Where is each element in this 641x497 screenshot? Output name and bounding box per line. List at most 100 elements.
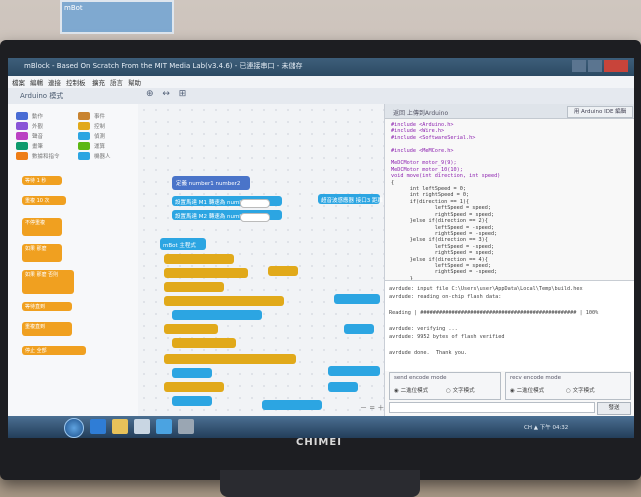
start-orb-icon[interactable] bbox=[64, 418, 84, 438]
palette-block[interactable]: 重複直到 bbox=[22, 322, 72, 336]
send-mode-group: send encode mode ◉ 二進位模式 ○ 文字模式 bbox=[389, 372, 501, 400]
category-label[interactable]: 機器人 bbox=[94, 152, 111, 160]
category-label[interactable]: 聲音 bbox=[32, 132, 43, 140]
category-swatch-0[interactable] bbox=[16, 112, 28, 120]
palette-block-label: 重複直到 bbox=[25, 324, 46, 330]
palette-block-label: 不停重複 bbox=[25, 220, 46, 226]
category-label[interactable]: 偵測 bbox=[94, 132, 105, 140]
folder-icon[interactable] bbox=[112, 419, 128, 434]
system-tray[interactable]: CH ▲ 下午 04:32 bbox=[524, 423, 568, 431]
define-block[interactable]: 定義 number1 number2 bbox=[172, 176, 250, 190]
menu-language[interactable]: 語言 bbox=[110, 77, 123, 87]
menu-extensions[interactable]: 擴充 bbox=[92, 77, 105, 87]
control-block[interactable] bbox=[164, 354, 296, 364]
serial-send-input[interactable] bbox=[389, 402, 595, 413]
category-swatch-6[interactable] bbox=[16, 142, 28, 150]
control-block[interactable] bbox=[164, 254, 234, 264]
category-swatch-5[interactable] bbox=[78, 132, 90, 140]
program-start-block[interactable]: mBot 主程式 bbox=[160, 238, 206, 250]
menu-file[interactable]: 檔案 bbox=[12, 77, 25, 87]
block-palette: 動作 事件 外觀 控制 聲音 偵測 畫筆 運算 數據和指令 機器人 等待 1 秒… bbox=[8, 104, 139, 416]
upload-to-arduino-button[interactable]: 返回 上傳到Arduino bbox=[393, 108, 448, 117]
motor-block[interactable] bbox=[328, 382, 358, 392]
toolbar bbox=[8, 88, 634, 105]
console-line: avrdude: reading on-chip flash data: bbox=[389, 294, 502, 300]
palette-block[interactable]: 等待直到 bbox=[22, 302, 72, 311]
menu-board[interactable]: 控制板 bbox=[66, 77, 86, 87]
mblock-icon[interactable] bbox=[156, 419, 172, 434]
recv-mode-group: recv encode mode ◉ 二進位模式 ○ 文字模式 bbox=[505, 372, 631, 400]
palette-block-label: 重複 10 次 bbox=[25, 198, 50, 204]
control-block[interactable] bbox=[172, 338, 236, 348]
menu-edit[interactable]: 編輯 bbox=[30, 77, 43, 87]
category-label[interactable]: 動作 bbox=[32, 112, 43, 120]
minimize-button[interactable] bbox=[572, 60, 586, 72]
category-swatch-7[interactable] bbox=[78, 142, 90, 150]
app-icon[interactable] bbox=[134, 419, 150, 434]
window-title: mBlock - Based On Scratch From the MIT M… bbox=[24, 62, 303, 70]
palette-block[interactable]: 等待 1 秒 bbox=[22, 176, 62, 185]
serial-console: avrdude: input file C:\Users\user\AppDat… bbox=[385, 280, 634, 371]
palette-block[interactable]: 如果 那麼 否則 bbox=[22, 270, 74, 294]
category-swatch-4[interactable] bbox=[16, 132, 28, 140]
motor-block[interactable] bbox=[172, 396, 212, 406]
monitor-brand: CHIMEI bbox=[296, 437, 342, 448]
palette-block[interactable]: 不停重複 bbox=[22, 218, 62, 236]
sensor-block[interactable] bbox=[262, 400, 322, 410]
category-swatch-3[interactable] bbox=[78, 122, 90, 130]
category-label[interactable]: 畫筆 bbox=[32, 142, 43, 150]
control-block[interactable] bbox=[164, 282, 224, 292]
motor-block[interactable] bbox=[172, 310, 262, 320]
motor-block[interactable] bbox=[172, 368, 212, 378]
palette-block-label: 如果 那麼 bbox=[25, 246, 47, 252]
palette-block[interactable]: 重複 10 次 bbox=[22, 196, 66, 205]
send-binary-radio[interactable]: ◉ 二進位模式 bbox=[394, 386, 428, 394]
control-block[interactable] bbox=[268, 266, 298, 276]
category-swatch-8[interactable] bbox=[16, 152, 28, 160]
menu-help[interactable]: 幫助 bbox=[128, 77, 141, 87]
recv-text-radio[interactable]: ○ 文字模式 bbox=[566, 386, 595, 394]
sensor-block[interactable] bbox=[334, 294, 380, 304]
category-label[interactable]: 運算 bbox=[94, 142, 105, 150]
palette-block-label: 如果 那麼 否則 bbox=[25, 272, 59, 278]
zoom-controls[interactable]: － = ＋ bbox=[360, 403, 384, 413]
edit-with-arduino-ide-button[interactable]: 用 Arduino IDE 編輯 bbox=[567, 106, 633, 118]
category-label[interactable]: 事件 bbox=[94, 112, 105, 120]
control-block[interactable] bbox=[164, 382, 224, 392]
category-swatch-2[interactable] bbox=[16, 122, 28, 130]
recv-binary-radio[interactable]: ◉ 二進位模式 bbox=[510, 386, 544, 394]
close-button[interactable] bbox=[604, 60, 628, 72]
console-line: avrdude: 9952 bytes of flash verified bbox=[389, 334, 505, 340]
category-swatch-9[interactable] bbox=[78, 152, 90, 160]
sensor-block[interactable]: 超音波感應器 接口3 距離 bbox=[318, 194, 383, 204]
control-block[interactable] bbox=[164, 268, 248, 278]
category-label[interactable]: 外觀 bbox=[32, 122, 43, 130]
palette-block[interactable]: 停止 全部 bbox=[22, 346, 86, 355]
motor-block[interactable] bbox=[344, 324, 374, 334]
mode-label: Arduino 模式 bbox=[20, 92, 64, 100]
console-line: avrdude: input file C:\Users\user\AppDat… bbox=[389, 286, 583, 292]
motor-block[interactable] bbox=[328, 366, 380, 376]
value-pill[interactable] bbox=[240, 199, 270, 208]
network-icon[interactable] bbox=[178, 419, 194, 434]
monitor-screen: mBlock - Based On Scratch From the MIT M… bbox=[8, 58, 634, 438]
category-label[interactable]: 數據和指令 bbox=[32, 152, 60, 160]
category-label[interactable]: 控制 bbox=[94, 122, 105, 130]
browser-icon[interactable] bbox=[90, 419, 106, 434]
palette-block[interactable]: 如果 那麼 bbox=[22, 244, 62, 262]
toolbar-icons[interactable]: ⊕ ↔ ⊞ bbox=[146, 89, 189, 99]
category-swatch-1[interactable] bbox=[78, 112, 90, 120]
palette-block-label: 等待 1 秒 bbox=[25, 178, 47, 184]
send-mode-label: send encode mode bbox=[394, 375, 447, 381]
value-pill[interactable] bbox=[240, 213, 270, 222]
code-pane: 返回 上傳到Arduino 用 Arduino IDE 編輯 #include … bbox=[384, 104, 634, 416]
maximize-button[interactable] bbox=[588, 60, 602, 72]
send-button[interactable]: 發送 bbox=[597, 402, 631, 415]
control-block[interactable] bbox=[164, 324, 218, 334]
monitor-stand bbox=[220, 470, 420, 497]
send-text-radio[interactable]: ○ 文字模式 bbox=[446, 386, 475, 394]
menu-connect[interactable]: 連接 bbox=[48, 77, 61, 87]
script-workspace[interactable]: 定義 number1 number2 設置馬達 M1 轉速為 number1 設… bbox=[138, 104, 384, 416]
control-block[interactable] bbox=[164, 296, 284, 306]
